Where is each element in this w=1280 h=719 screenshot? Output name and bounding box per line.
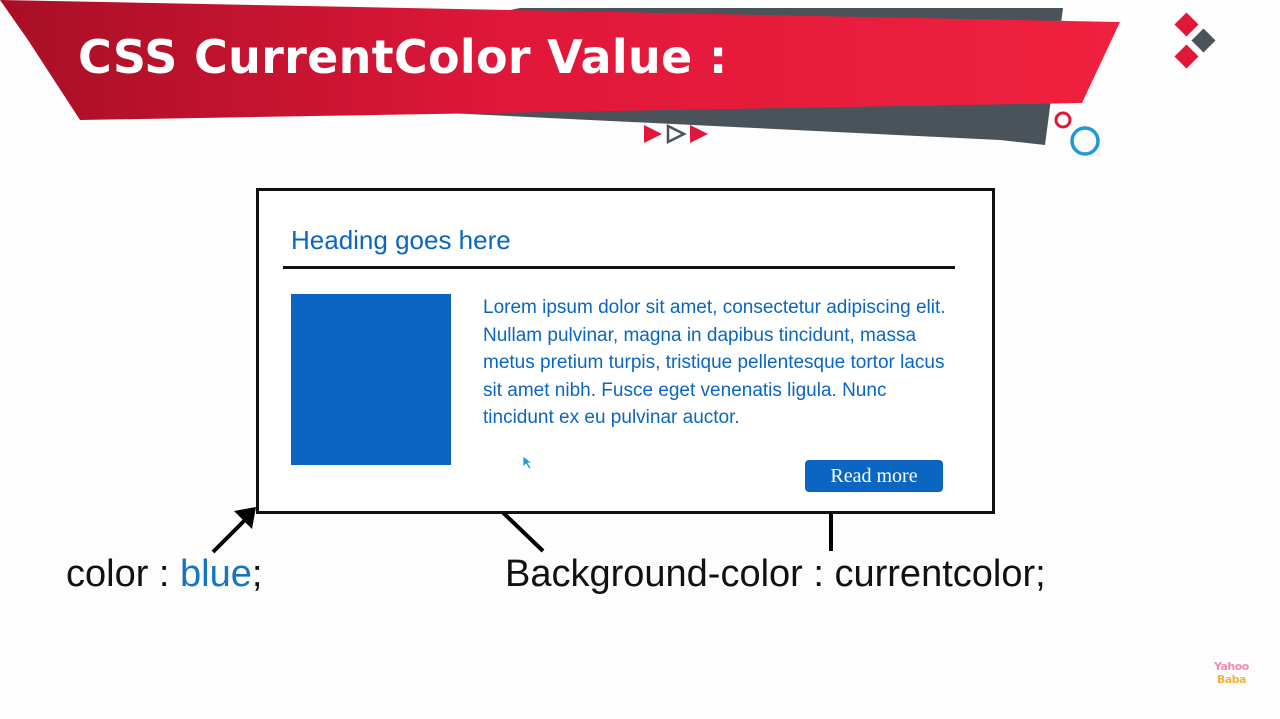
read-more-button[interactable]: Read more — [805, 460, 943, 492]
card-paragraph: Lorem ipsum dolor sit amet, consectetur … — [483, 297, 946, 429]
color-annotation: color : blue; — [66, 553, 262, 596]
watermark-line-1: Yahoo — [1214, 660, 1249, 673]
watermark-line-2: Baba — [1216, 673, 1247, 686]
blue-circle-icon — [1070, 126, 1100, 156]
demo-card: Heading goes here Lorem ipsum dolor sit … — [256, 188, 995, 514]
watermark-logo: Yahoo Baba — [1214, 660, 1249, 686]
slide-title: CSS CurrentColor Value : — [78, 30, 728, 84]
background-color-annotation: Background-color : currentcolor; — [505, 553, 1046, 595]
card-heading: Heading goes here — [291, 225, 511, 255]
currentcolor-square — [291, 294, 451, 465]
color-annotation-value: blue — [180, 553, 252, 595]
mouse-cursor-icon — [522, 455, 534, 470]
diamond-logo-icon — [1174, 12, 1216, 69]
color-annotation-prefix: color : — [66, 553, 181, 595]
heading-divider — [283, 266, 955, 269]
small-red-circle-icon — [1054, 111, 1072, 129]
play-arrows-icon — [644, 123, 708, 145]
arrow-to-card-border-icon — [211, 507, 256, 554]
color-annotation-suffix: ; — [251, 553, 263, 595]
